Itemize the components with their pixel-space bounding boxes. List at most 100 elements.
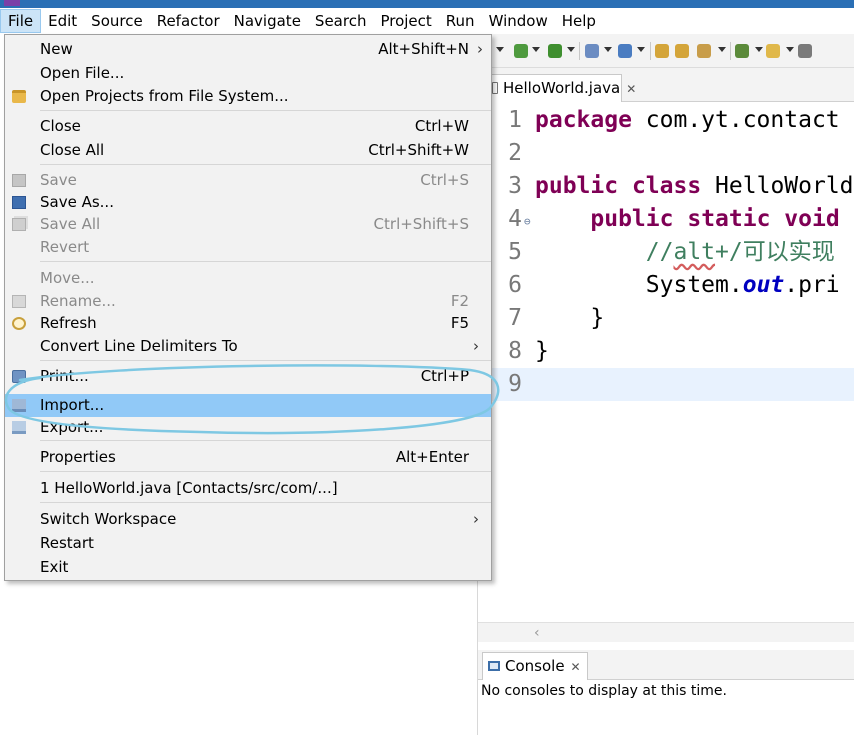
code-text: //alt+/可以实现 <box>535 236 835 269</box>
code-token: // <box>645 239 674 265</box>
code-token: HelloWorld <box>701 173 854 199</box>
fold-toggle-icon[interactable]: ⊖ <box>524 205 531 238</box>
external-tools-icon[interactable] <box>585 44 599 58</box>
toolbar-separator <box>650 42 651 60</box>
code-line[interactable]: 4 ⊖ public static void <box>478 203 854 236</box>
open-task-icon[interactable] <box>675 44 689 58</box>
chevron-down-icon[interactable] <box>496 47 504 52</box>
new-java-package-icon[interactable] <box>618 44 632 58</box>
last-edit-icon[interactable] <box>798 44 812 58</box>
code-line[interactable]: 3 public class HelloWorld <box>478 170 854 203</box>
file-menu-item-open-projects-from-file-system[interactable]: Open Projects from File System... <box>5 85 491 108</box>
menubar-item-run[interactable]: Run <box>439 9 482 33</box>
file-menu-item-import[interactable]: Import... <box>5 394 491 417</box>
line-number: 6 <box>508 272 522 298</box>
file-menu-item-refresh[interactable]: Refresh F5 <box>5 312 491 335</box>
search-icon[interactable] <box>697 44 711 58</box>
code-text: System.out.pri <box>535 269 840 302</box>
menubar-item-search[interactable]: Search <box>308 9 374 33</box>
file-menu-item-switch-workspace[interactable]: Switch Workspace › <box>5 508 491 531</box>
file-menu-item-export[interactable]: Export... <box>5 416 491 439</box>
code-line[interactable]: 1 package com.yt.contact <box>478 104 854 137</box>
file-menu-item-close[interactable]: Close Ctrl+W <box>5 115 491 138</box>
code-editor[interactable]: 1 package com.yt.contact 2 3 public class He… <box>478 102 854 622</box>
file-menu-item-convert-line-delimiters-to[interactable]: Convert Line Delimiters To › <box>5 335 491 358</box>
menu-item-label: Exit <box>40 558 69 576</box>
main-toolbar <box>492 34 854 68</box>
close-icon[interactable]: ✕ <box>626 82 636 96</box>
file-menu-item-properties[interactable]: Properties Alt+Enter <box>5 446 491 469</box>
file-menu-item-open-file[interactable]: Open File... <box>5 62 491 85</box>
tab-helloworld-java[interactable]: HelloWorld.java ✕ <box>488 74 636 102</box>
pin-editor-icon[interactable] <box>766 44 780 58</box>
chevron-down-icon[interactable] <box>637 47 645 52</box>
file-menu-item-1-helloworld-java-contacts-src-com[interactable]: 1 HelloWorld.java [Contacts/src/com/...] <box>5 477 491 500</box>
menu-item-label: Save All <box>40 215 101 233</box>
file-menu-item-move[interactable]: Move... <box>5 267 491 290</box>
java-file-icon <box>492 82 498 94</box>
menubar-item-window[interactable]: Window <box>482 9 555 33</box>
menu-item-shortcut: Ctrl+W <box>414 117 469 135</box>
file-menu-item-close-all[interactable]: Close All Ctrl+Shift+W <box>5 139 491 162</box>
chevron-right-icon: › <box>473 510 479 528</box>
save-icon <box>12 174 26 187</box>
scroll-left-icon[interactable]: ‹ <box>534 623 540 643</box>
file-menu-item-save-as[interactable]: Save As... <box>5 191 491 214</box>
chevron-down-icon[interactable] <box>718 47 726 52</box>
menubar-item-navigate[interactable]: Navigate <box>227 9 308 33</box>
code-line[interactable]: 6 System.out.pri <box>478 269 854 302</box>
menubar-item-edit[interactable]: Edit <box>41 9 84 33</box>
file-menu-item-print[interactable]: Print... Ctrl+P <box>5 365 491 388</box>
code-token: } <box>535 305 605 331</box>
menubar-item-help[interactable]: Help <box>555 9 603 33</box>
menu-item-label: Open Projects from File System... <box>40 87 289 105</box>
toolbar-separator <box>730 42 731 60</box>
run-icon[interactable] <box>548 44 562 58</box>
menu-item-label: New <box>40 40 73 58</box>
code-line[interactable]: 8} <box>478 335 854 368</box>
import-icon <box>12 399 26 412</box>
code-token: out <box>742 272 785 298</box>
editor-tab-bar: HelloWorld.java ✕ <box>478 68 854 102</box>
debug-icon[interactable] <box>514 44 528 58</box>
code-token: void <box>784 206 840 232</box>
chevron-down-icon[interactable] <box>755 47 763 52</box>
file-menu-item-new[interactable]: New Alt+Shift+N › <box>5 38 491 61</box>
editor-horizontal-scrollbar[interactable]: ‹ <box>478 622 854 642</box>
file-menu-item-save[interactable]: Save Ctrl+S <box>5 169 491 192</box>
file-menu-item-revert[interactable]: Revert <box>5 236 491 259</box>
code-line[interactable]: 2 <box>478 137 854 170</box>
menubar-item-file[interactable]: File <box>0 9 42 33</box>
code-token: } <box>535 338 549 364</box>
file-menu-item-save-all[interactable]: Save All Ctrl+Shift+S <box>5 213 491 236</box>
chevron-right-icon: › <box>473 337 479 355</box>
chevron-down-icon[interactable] <box>604 47 612 52</box>
code-line[interactable]: 9 <box>478 368 854 401</box>
code-line[interactable]: 7 } <box>478 302 854 335</box>
chevron-down-icon[interactable] <box>567 47 575 52</box>
menubar-item-source[interactable]: Source <box>84 9 150 33</box>
open-type-icon[interactable] <box>655 44 669 58</box>
save-as-icon <box>12 196 26 209</box>
file-menu-item-exit[interactable]: Exit <box>5 556 491 579</box>
menubar-item-refactor[interactable]: Refactor <box>150 9 227 33</box>
file-menu-item-restart[interactable]: Restart <box>5 532 491 555</box>
menu-separator <box>40 261 491 262</box>
chevron-down-icon[interactable] <box>532 47 540 52</box>
menu-bar: File Edit Source Refactor Navigate Search Proj… <box>0 8 854 34</box>
menu-item-shortcut: Ctrl+Shift+S <box>373 215 469 233</box>
code-token: alt <box>673 239 716 265</box>
file-menu-dropdown: New Alt+Shift+N › Open File... Open Projects… <box>4 34 492 581</box>
file-menu-item-rename[interactable]: Rename... F2 <box>5 290 491 313</box>
code-text: } <box>535 302 604 335</box>
code-text: public class HelloWorld <box>535 170 854 203</box>
annotation-next-icon[interactable] <box>735 44 749 58</box>
tab-console[interactable]: Console ✕ <box>482 652 588 680</box>
code-line[interactable]: 5 //alt+/可以实现 <box>478 236 854 269</box>
chevron-down-icon[interactable] <box>786 47 794 52</box>
close-icon[interactable]: ✕ <box>571 660 581 674</box>
menubar-item-project[interactable]: Project <box>373 9 438 33</box>
line-number: 4 <box>508 206 522 232</box>
